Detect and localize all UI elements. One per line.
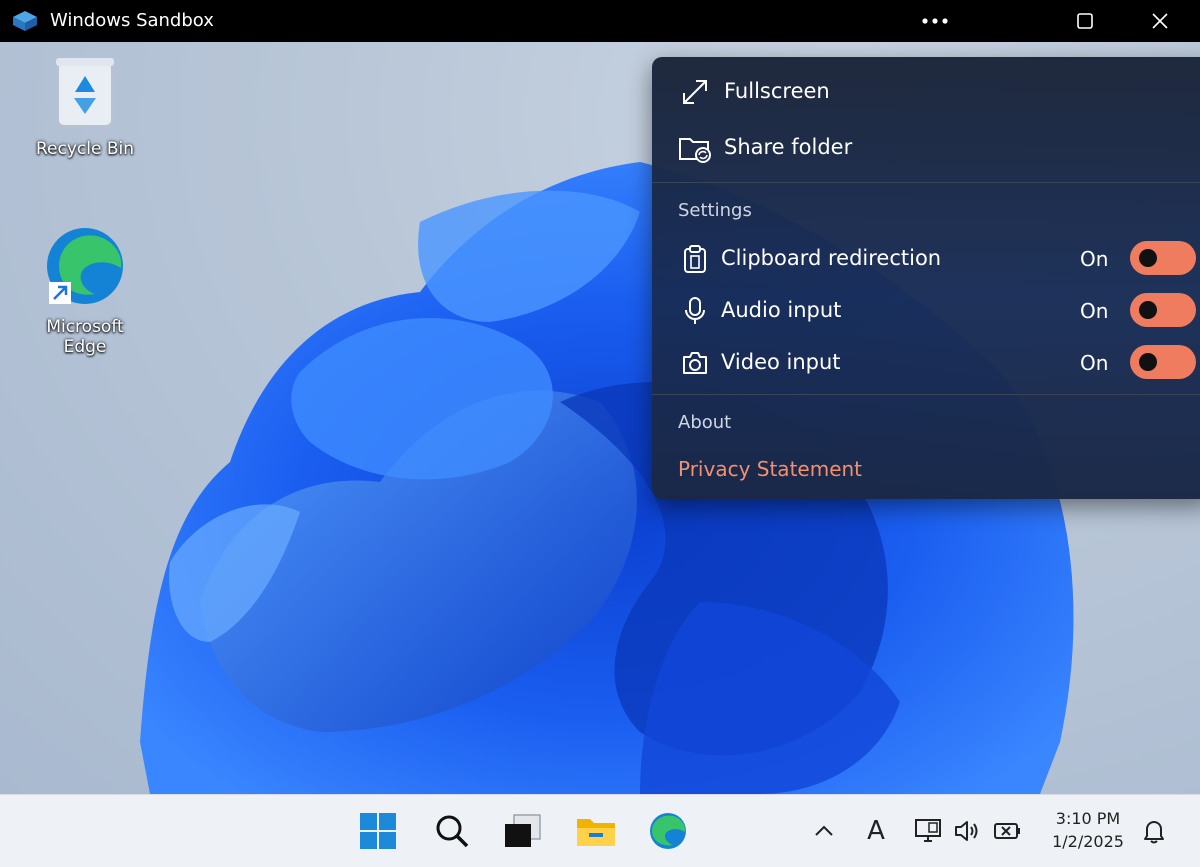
microphone-icon: [678, 294, 712, 328]
clock[interactable]: 3:10 PM 1/2/2025: [1038, 807, 1138, 853]
privacy-statement-link[interactable]: Privacy Statement: [678, 457, 862, 481]
battery-button[interactable]: [992, 815, 1024, 847]
start-button[interactable]: [356, 809, 400, 853]
setting-state: On: [1080, 351, 1109, 375]
setting-clipboard-redirection: Clipboard redirection On: [652, 237, 1200, 281]
camera-icon: [678, 346, 712, 380]
menu-item-label: Fullscreen: [724, 79, 830, 103]
setting-label: Audio input: [721, 298, 842, 322]
close-icon: [1152, 13, 1168, 29]
setting-audio-input: Audio input On: [652, 289, 1200, 333]
taskbar: A 3:10 PM 1/2/2025: [0, 794, 1200, 867]
bell-icon: [1144, 821, 1164, 844]
network-button[interactable]: [912, 815, 944, 847]
menu-item-label: Share folder: [724, 135, 853, 159]
show-hidden-icons-button[interactable]: [812, 815, 836, 847]
menu-divider: [652, 182, 1200, 183]
volume-button[interactable]: [952, 815, 984, 847]
sandbox-options-menu: Fullscreen Share folder Settings Clipboa…: [652, 57, 1200, 499]
more-options-button[interactable]: [903, 0, 967, 42]
clipboard-icon: [678, 242, 712, 276]
chevron-up-icon: [815, 825, 833, 836]
menu-item-share-folder[interactable]: Share folder: [652, 123, 1200, 173]
sandbox-app-icon: [13, 11, 37, 31]
maximize-icon: [1077, 13, 1093, 29]
clipboard-toggle[interactable]: [1130, 241, 1196, 275]
fullscreen-icon: [678, 75, 712, 109]
file-explorer-button[interactable]: [574, 809, 618, 853]
task-view-button[interactable]: [500, 809, 544, 853]
title-bar: Windows Sandbox: [0, 0, 1200, 42]
about-header: About: [678, 412, 732, 433]
close-button[interactable]: [1128, 0, 1192, 42]
setting-state: On: [1080, 299, 1109, 323]
input-indicator[interactable]: A: [862, 815, 890, 847]
desktop: Recycle Bin Microsoft Edge Fullscreen Sh…: [0, 42, 1200, 794]
start-icon: [360, 813, 396, 849]
window-title: Windows Sandbox: [50, 10, 214, 31]
settings-header: Settings: [678, 200, 752, 221]
desktop-icon-label: Microsoft Edge: [46, 317, 124, 357]
search-button[interactable]: [430, 809, 474, 853]
toggle-knob: [1139, 301, 1157, 319]
toggle-knob: [1139, 353, 1157, 371]
more-dots-icon: [922, 18, 948, 24]
task-view-icon: [505, 814, 541, 847]
network-ethernet-icon: [915, 819, 941, 842]
clock-date: 1/2/2025: [1052, 832, 1124, 851]
setting-label: Clipboard redirection: [721, 246, 942, 270]
desktop-icon-label: Recycle Bin: [35, 139, 134, 159]
notifications-button[interactable]: [1140, 815, 1168, 847]
battery-no-icon: [994, 823, 1020, 839]
menu-item-fullscreen[interactable]: Fullscreen: [652, 67, 1200, 117]
desktop-icon-microsoft-edge[interactable]: Microsoft Edge: [25, 224, 145, 357]
search-icon: [436, 815, 469, 848]
toggle-knob: [1139, 249, 1157, 267]
desktop-icon-recycle-bin[interactable]: Recycle Bin: [25, 54, 145, 159]
setting-label: Video input: [721, 350, 841, 374]
speaker-icon: [955, 821, 978, 841]
edge-taskbar-button[interactable]: [646, 809, 690, 853]
clock-time: 3:10 PM: [1055, 809, 1121, 828]
setting-video-input: Video input On: [652, 341, 1200, 385]
edge-icon: [47, 228, 123, 304]
file-explorer-icon: [577, 819, 615, 846]
maximize-button[interactable]: [1053, 0, 1117, 42]
setting-state: On: [1080, 247, 1109, 271]
video-input-toggle[interactable]: [1130, 345, 1196, 379]
audio-input-toggle[interactable]: [1130, 293, 1196, 327]
menu-divider: [652, 394, 1200, 395]
recycle-bin-icon: [56, 58, 114, 127]
edge-icon: [650, 813, 686, 849]
share-folder-icon: [678, 131, 712, 165]
